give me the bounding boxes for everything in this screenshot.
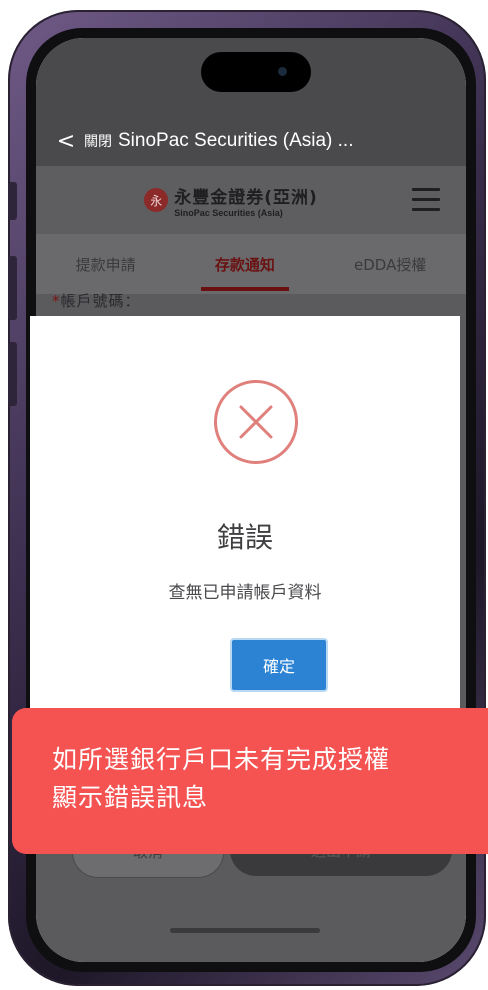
action-button — [8, 182, 17, 220]
dialog-message: 查無已申請帳戶資料 — [168, 583, 322, 603]
error-x-icon — [214, 380, 298, 464]
account-label-text: 帳戶號碼： — [60, 292, 141, 310]
tab-withdrawal[interactable]: 提款申請 — [70, 238, 142, 291]
required-mark: * — [52, 292, 61, 310]
dialog-title: 錯誤 — [216, 521, 273, 554]
annotation-line-1: 如所選銀行戶口未有完成授權 — [52, 745, 391, 774]
account-number-label: *帳戶號碼： — [52, 290, 141, 311]
tab-bar: 提款申請 存款通知 eDDA授權 — [36, 234, 466, 294]
home-indicator — [170, 928, 320, 933]
nav-title-text: SinoPac Securities (Asia) ... — [118, 130, 354, 151]
brand-name: 永豐金證券(亞洲) SinoPac Securities (Asia) — [174, 183, 318, 218]
tab-deposit-notice[interactable]: 存款通知 — [200, 238, 289, 291]
app-navbar: < 關閉 SinoPac Securities (Asia) ... — [36, 116, 466, 166]
close-link[interactable]: 關閉 — [84, 133, 112, 149]
brand-name-en: SinoPac Securities (Asia) — [174, 207, 283, 218]
brand-header: 永 永豐金證券(亞洲) SinoPac Securities (Asia) — [36, 166, 466, 234]
nav-title: 關閉 SinoPac Securities (Asia) ... — [84, 130, 353, 152]
back-arrow-icon[interactable]: < — [48, 129, 84, 154]
annotation-banner: 如所選銀行戶口未有完成授權 顯示錯誤訊息 — [12, 708, 488, 854]
volume-up-button — [8, 256, 17, 320]
sinopac-logo-icon: 永 — [144, 188, 169, 212]
hamburger-menu-icon[interactable] — [412, 188, 440, 218]
error-cross-icon — [239, 405, 273, 439]
status-bar — [36, 38, 466, 116]
volume-down-button — [8, 342, 17, 406]
tab-edda[interactable]: eDDA授權 — [348, 238, 432, 291]
camera-icon — [278, 67, 287, 76]
dynamic-island — [201, 52, 311, 92]
brand-name-zh: 永豐金證券(亞洲) — [174, 187, 318, 208]
confirm-button[interactable]: 確定 — [230, 638, 328, 692]
annotation-line-2: 顯示錯誤訊息 — [52, 783, 209, 812]
error-dialog: 錯誤 查無已申請帳戶資料 確定 — [30, 316, 460, 710]
